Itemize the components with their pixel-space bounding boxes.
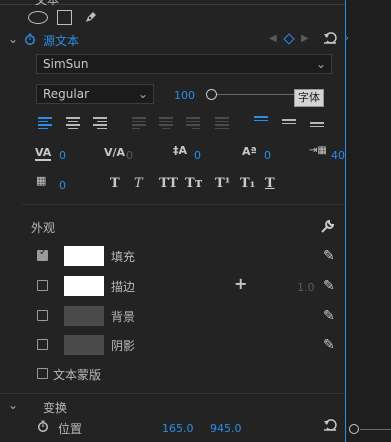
source-text-label: 源文本	[43, 34, 80, 48]
font-style-value: Regular	[43, 87, 90, 101]
font-size-slider-handle[interactable]	[206, 89, 217, 100]
zoom-slider-track[interactable]	[360, 429, 391, 430]
fill-color-swatch[interactable]	[64, 246, 104, 266]
justify-center-icon[interactable]	[159, 117, 173, 129]
text-section-header: 文本	[35, 0, 60, 7]
stroke-checkbox[interactable]	[37, 280, 48, 291]
underline-button[interactable]: T	[265, 176, 275, 191]
tracking-icon: VA	[35, 146, 52, 161]
rectangle-tool-icon[interactable]	[57, 10, 72, 25]
baseline-shift-icon: Aª	[242, 145, 257, 158]
kerning-icon: V/A	[104, 146, 126, 159]
next-keyframe-icon[interactable]: ▶	[301, 33, 309, 44]
superscript-button[interactable]: T¹	[215, 176, 230, 191]
background-label: 背景	[111, 310, 136, 324]
prev-keyframe-icon[interactable]: ◀	[269, 33, 277, 44]
keyframe-marker-icon[interactable]: ›	[345, 33, 349, 44]
align-top-icon[interactable]	[254, 116, 268, 128]
align-right-icon[interactable]	[93, 117, 107, 129]
text-mask-checkbox[interactable]	[37, 368, 48, 379]
ellipse-tool-icon[interactable]	[28, 11, 48, 24]
align-middle-icon[interactable]	[282, 119, 296, 131]
section-divider	[22, 204, 345, 205]
background-checkbox[interactable]	[37, 310, 48, 321]
section-divider	[0, 393, 345, 394]
eyedropper-icon[interactable]: ✎	[323, 308, 335, 324]
reset-icon[interactable]	[323, 418, 337, 432]
eyedropper-icon[interactable]: ✎	[323, 337, 335, 353]
tsume-icon: ▦	[36, 174, 47, 187]
faux-bold-button[interactable]: T	[110, 176, 120, 191]
stroke-label: 描边	[111, 280, 136, 294]
zoom-slider-handle[interactable]	[349, 424, 359, 434]
faux-italic-button[interactable]: T	[134, 176, 143, 191]
font-style-dropdown[interactable]: Regular ⌄	[36, 84, 154, 104]
align-left-icon[interactable]	[38, 117, 52, 129]
chevron-down-icon: ⌄	[315, 57, 326, 71]
add-stroke-icon[interactable]: +	[234, 274, 247, 293]
appearance-title: 外观	[31, 221, 56, 235]
stopwatch-icon[interactable]	[37, 420, 49, 432]
text-mask-label: 文本蒙版	[53, 368, 102, 382]
justify-right-icon[interactable]	[186, 117, 200, 129]
shadow-label: 阴影	[111, 339, 136, 353]
font-family-dropdown[interactable]: SimSun ⌄	[36, 54, 332, 74]
justify-left-icon[interactable]	[132, 117, 146, 129]
stroke-color-swatch[interactable]	[64, 276, 104, 296]
leading-icon: ‡A	[173, 144, 188, 157]
fill-label: 填充	[111, 250, 136, 264]
baseline-shift-value[interactable]: 0	[264, 149, 271, 162]
reset-icon[interactable]	[323, 31, 337, 45]
shadow-checkbox[interactable]	[37, 339, 48, 350]
timeline-panel	[346, 0, 391, 442]
subscript-button[interactable]: T₁	[240, 176, 255, 191]
checkmark-icon: ✓	[39, 247, 48, 258]
eyedropper-icon[interactable]: ✎	[323, 278, 335, 294]
all-caps-button[interactable]: TT	[159, 176, 178, 191]
justify-all-icon[interactable]	[215, 117, 229, 129]
wrench-icon[interactable]	[320, 219, 335, 234]
shadow-color-swatch[interactable]	[64, 335, 104, 355]
collapse-chevron-icon[interactable]: ⌄	[8, 398, 18, 412]
add-keyframe-icon[interactable]	[283, 33, 295, 45]
scale-width-value[interactable]: 40	[331, 149, 345, 162]
transform-title: 变换	[43, 401, 68, 415]
position-label: 位置	[58, 422, 83, 436]
font-family-value: SimSun	[43, 57, 89, 71]
stopwatch-icon[interactable]	[24, 33, 36, 45]
tsume-value[interactable]: 0	[59, 179, 66, 192]
pen-tool-icon[interactable]	[83, 9, 99, 25]
fill-checkbox[interactable]: ✓	[37, 247, 48, 261]
align-center-icon[interactable]	[66, 117, 80, 129]
tracking-value[interactable]: 0	[59, 149, 66, 162]
font-size-value[interactable]: 100	[174, 89, 195, 102]
scale-width-icon: ⇥▦	[309, 145, 327, 156]
stroke-width-value[interactable]: 1.0	[297, 281, 315, 294]
eyedropper-icon[interactable]: ✎	[323, 248, 335, 264]
leading-value[interactable]: 0	[194, 149, 201, 162]
collapse-chevron-icon[interactable]: ⌄	[8, 32, 18, 46]
small-caps-button[interactable]: Tт	[185, 176, 203, 191]
position-x-value[interactable]: 165.0	[162, 422, 194, 435]
chevron-down-icon: ⌄	[137, 87, 148, 101]
position-y-value[interactable]: 945.0	[210, 422, 242, 435]
kerning-value[interactable]: 0	[126, 149, 133, 162]
background-color-swatch[interactable]	[64, 306, 104, 326]
font-tooltip: 字体	[294, 89, 324, 107]
align-bottom-icon[interactable]	[310, 122, 324, 134]
